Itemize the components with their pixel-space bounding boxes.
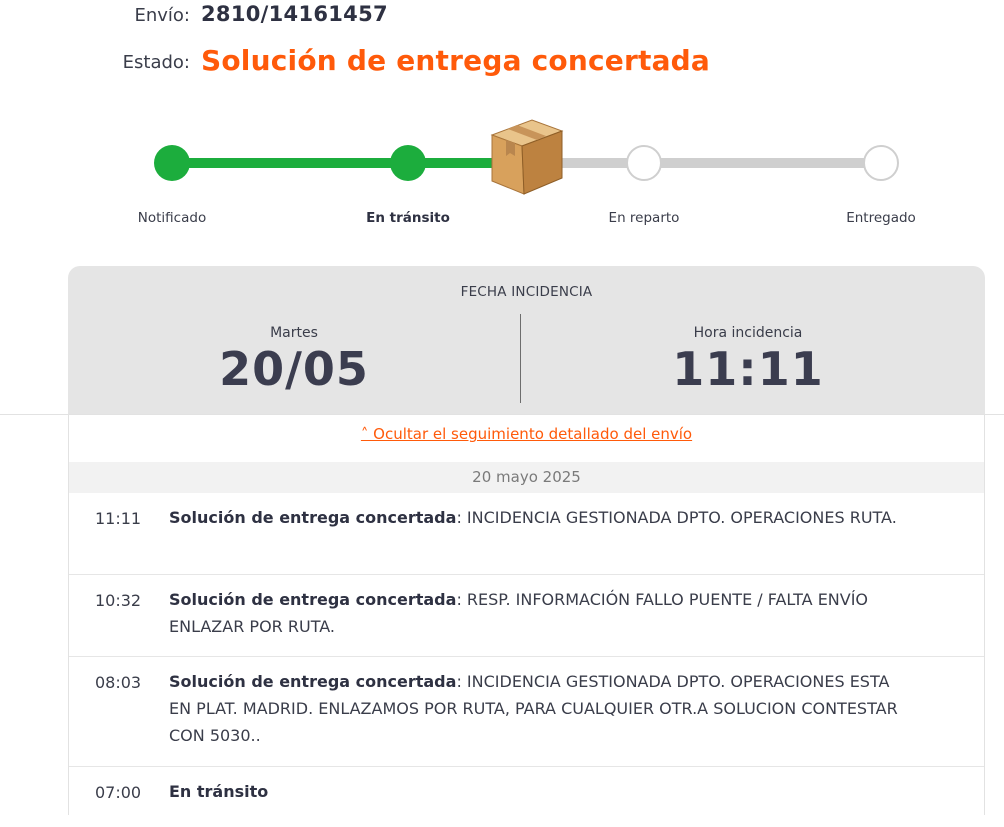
step-dot-entregado bbox=[863, 145, 899, 181]
shipment-number: 2810/14161457 bbox=[201, 2, 388, 26]
progress-line-pending bbox=[514, 158, 881, 168]
tracking-event: 07:00 En tránsito bbox=[69, 767, 984, 827]
progress-line-completed bbox=[172, 158, 514, 168]
status-label: Estado: bbox=[122, 52, 190, 73]
step-dot-en-transito bbox=[390, 145, 426, 181]
event-description: Solución de entrega concertada: RESP. IN… bbox=[169, 586, 909, 640]
incident-day-label: Martes bbox=[270, 325, 318, 341]
step-dot-notificado bbox=[154, 145, 190, 181]
step-dot-en-reparto bbox=[626, 145, 662, 181]
step-label-en-transito: En tránsito bbox=[366, 210, 450, 226]
tracking-event: 11:11 Solución de entrega concertada: IN… bbox=[69, 493, 984, 575]
event-detail: INCIDENCIA GESTIONADA DPTO. OPERACIONES … bbox=[461, 508, 897, 527]
step-label-notificado: Notificado bbox=[137, 210, 207, 226]
event-description: Solución de entrega concertada: INCIDENC… bbox=[169, 668, 909, 749]
status-value: Solución de entrega concertada bbox=[201, 44, 711, 77]
tracking-date-header: 20 mayo 2025 bbox=[69, 462, 984, 493]
step-label-en-reparto: En reparto bbox=[608, 210, 680, 226]
tracking-event: 08:03 Solución de entrega concertada: IN… bbox=[69, 657, 984, 767]
incident-hour: 11:11 bbox=[672, 342, 824, 396]
event-time: 08:03 bbox=[95, 673, 142, 692]
event-time: 10:32 bbox=[95, 591, 142, 610]
incident-divider bbox=[520, 314, 521, 403]
event-description: Solución de entrega concertada: INCIDENC… bbox=[169, 504, 909, 531]
event-time: 07:00 bbox=[95, 783, 142, 802]
incident-hour-label: Hora incidencia bbox=[693, 325, 803, 341]
incident-card: FECHA INCIDENCIA Martes 20/05 Hora incid… bbox=[68, 266, 985, 415]
package-box-icon bbox=[490, 119, 564, 195]
step-label-entregado: Entregado bbox=[846, 210, 916, 226]
event-description: En tránsito bbox=[169, 778, 909, 805]
event-time: 11:11 bbox=[95, 509, 142, 528]
tracking-event: 10:32 Solución de entrega concertada: RE… bbox=[69, 575, 984, 657]
incident-title: FECHA INCIDENCIA bbox=[460, 284, 593, 300]
event-status: Solución de entrega concertada bbox=[169, 508, 457, 527]
shipment-label: Envío: bbox=[134, 5, 190, 26]
incident-date: 20/05 bbox=[219, 342, 369, 396]
event-status: Solución de entrega concertada bbox=[169, 672, 457, 691]
event-status: En tránsito bbox=[169, 782, 269, 801]
tracking-detail-panel: ˄ Ocultar el seguimiento detallado del e… bbox=[68, 415, 985, 815]
event-status: Solución de entrega concertada bbox=[169, 590, 457, 609]
hide-tracking-details-link[interactable]: ˄ Ocultar el seguimiento detallado del e… bbox=[69, 425, 984, 443]
